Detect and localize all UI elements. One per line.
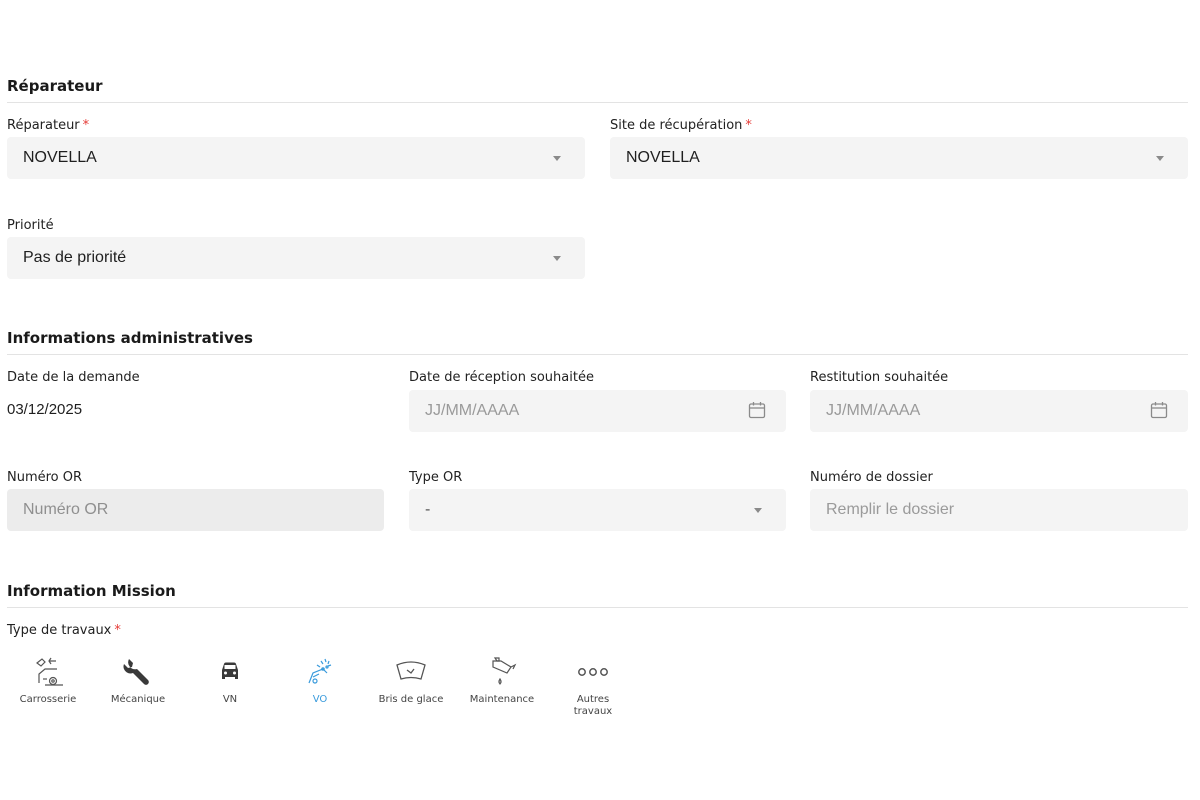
reparateur-label: Réparateur *	[7, 118, 89, 133]
date-reception-placeholder: JJ/MM/AAAA	[425, 402, 520, 419]
numero-or-placeholder: Numéro OR	[23, 501, 109, 518]
type-or-select-value: -	[425, 501, 431, 518]
work-type-mecanique[interactable]: Mécanique	[98, 652, 178, 706]
more-dots-icon	[578, 668, 608, 676]
required-mark: *	[745, 118, 752, 133]
work-type-maintenance[interactable]: Maintenance	[462, 652, 542, 706]
priorite-label: Priorité	[7, 218, 54, 233]
type-travaux-label-text: Type de travaux	[7, 623, 112, 638]
work-type-label: Mécanique	[110, 694, 166, 705]
work-type-label: VN	[222, 694, 238, 705]
type-travaux-label: Type de travaux *	[7, 623, 121, 638]
chevron-down-icon	[553, 156, 561, 161]
work-type-label: Bris de glace	[378, 694, 444, 705]
chevron-down-icon	[553, 256, 561, 261]
work-type-vn[interactable]: VN	[190, 652, 270, 706]
numero-or-label: Numéro OR	[7, 470, 83, 485]
chevron-down-icon	[1156, 156, 1164, 161]
dossier-label: Numéro de dossier	[810, 470, 933, 485]
restitution-input[interactable]: JJ/MM/AAAA	[810, 390, 1188, 432]
reparateur-label-text: Réparateur	[7, 118, 80, 133]
required-mark: *	[114, 623, 121, 638]
section-title-mission: Information Mission	[7, 582, 176, 600]
type-or-select[interactable]: -	[409, 489, 786, 531]
work-type-bris-de-glace[interactable]: Bris de glace	[371, 652, 451, 706]
car-front-icon	[222, 662, 238, 679]
wrench-icon	[123, 659, 149, 685]
priorite-select[interactable]: Pas de priorité	[7, 237, 585, 279]
section-title-admin: Informations administratives	[7, 329, 253, 347]
windshield-icon	[396, 661, 426, 680]
priorite-select-value: Pas de priorité	[23, 249, 127, 266]
work-type-label: VO	[312, 694, 328, 705]
site-recuperation-select-value: NOVELLA	[626, 149, 700, 166]
date-reception-label: Date de réception souhaitée	[409, 370, 594, 385]
date-demande-value: 03/12/2025	[7, 401, 83, 418]
oil-can-icon	[492, 657, 517, 685]
dossier-input[interactable]: Remplir le dossier	[810, 489, 1188, 531]
calendar-icon[interactable]	[748, 401, 766, 419]
reparateur-select[interactable]: NOVELLA	[7, 137, 585, 179]
reparateur-select-value: NOVELLA	[23, 149, 97, 166]
date-demande-label: Date de la demande	[7, 370, 140, 385]
numero-or-input[interactable]: Numéro OR	[7, 489, 384, 531]
calendar-icon[interactable]	[1150, 401, 1168, 419]
car-wash-icon	[308, 658, 332, 684]
work-type-carrosserie[interactable]: Carrosserie	[8, 652, 88, 706]
section-title-reparateur: Réparateur	[7, 77, 103, 95]
car-body-repair-icon	[36, 657, 63, 686]
required-mark: *	[82, 118, 90, 133]
restitution-placeholder: JJ/MM/AAAA	[826, 402, 921, 419]
restitution-label: Restitution souhaitée	[810, 370, 949, 385]
site-recuperation-select[interactable]: NOVELLA	[610, 137, 1188, 179]
date-reception-input[interactable]: JJ/MM/AAAA	[409, 390, 786, 432]
work-type-label: Maintenance	[469, 694, 535, 705]
site-recuperation-label-text: Site de récupération	[610, 118, 743, 133]
type-or-label: Type OR	[409, 470, 463, 485]
section-divider	[7, 354, 1188, 355]
section-divider	[7, 102, 1188, 103]
section-divider	[7, 607, 1188, 608]
chevron-down-icon	[754, 508, 762, 513]
work-type-label: Autres travaux	[573, 694, 613, 717]
site-recuperation-label: Site de récupération *	[610, 118, 752, 133]
work-type-label: Carrosserie	[19, 694, 77, 705]
dossier-placeholder: Remplir le dossier	[826, 501, 955, 518]
work-type-autres-travaux[interactable]: Autres travaux	[553, 652, 633, 718]
work-type-vo[interactable]: VO	[280, 652, 360, 706]
